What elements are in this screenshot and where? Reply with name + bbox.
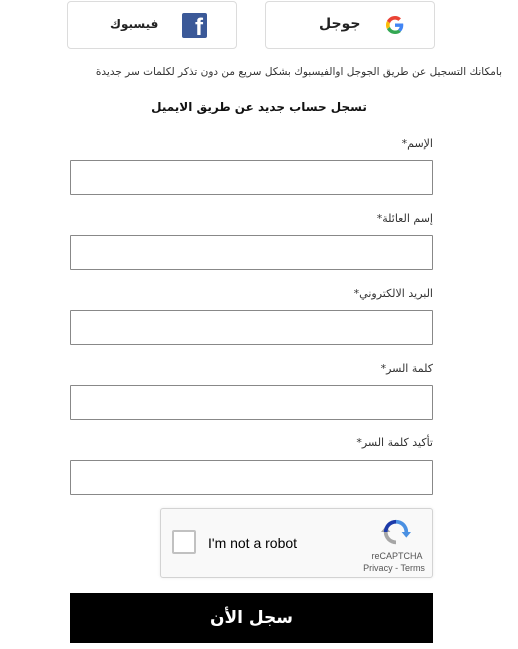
recaptcha-checkbox[interactable] [172, 530, 196, 554]
social-login-info: بامكانك التسجيل عن طريق الجوجل اوالفيسبو… [95, 66, 502, 78]
recaptcha-brand: reCAPTCHA [371, 551, 423, 561]
google-icon [386, 16, 404, 34]
email-input[interactable] [70, 310, 433, 345]
recaptcha-terms-link[interactable]: Terms [400, 563, 425, 573]
recaptcha-widget: I'm not a robot reCAPTCHA Privacy - Term… [160, 508, 433, 578]
recaptcha-links: Privacy - Terms [354, 563, 434, 573]
email-label: البريد الالكتروني* [353, 287, 433, 300]
google-login-label: جوجل [319, 16, 361, 32]
facebook-icon: f [182, 13, 207, 40]
register-button[interactable]: سجل الأن [70, 593, 433, 643]
signup-page: فيسبوك f جوجل بامكانك التسجيل عن طريق ال… [0, 0, 518, 649]
confirm-password-input[interactable] [70, 460, 433, 495]
last-name-input[interactable] [70, 235, 433, 270]
recaptcha-link-separator: - [395, 563, 399, 573]
password-label: كلمة السر* [380, 362, 433, 375]
form-heading: تسجل حساب جديد عن طريق الايميل [151, 100, 367, 114]
first-name-label: الإسم* [401, 137, 433, 150]
recaptcha-icon [381, 519, 411, 545]
recaptcha-text: I'm not a robot [208, 535, 298, 551]
google-login-button[interactable]: جوجل [265, 1, 435, 49]
recaptcha-privacy-link[interactable]: Privacy [363, 563, 393, 573]
facebook-login-button[interactable]: فيسبوك f [67, 1, 237, 49]
first-name-input[interactable] [70, 160, 433, 195]
confirm-password-label: تأكيد كلمة السر* [356, 436, 433, 449]
facebook-login-label: فيسبوك [110, 17, 159, 31]
last-name-label: إسم العائلة* [376, 212, 433, 225]
password-input[interactable] [70, 385, 433, 420]
